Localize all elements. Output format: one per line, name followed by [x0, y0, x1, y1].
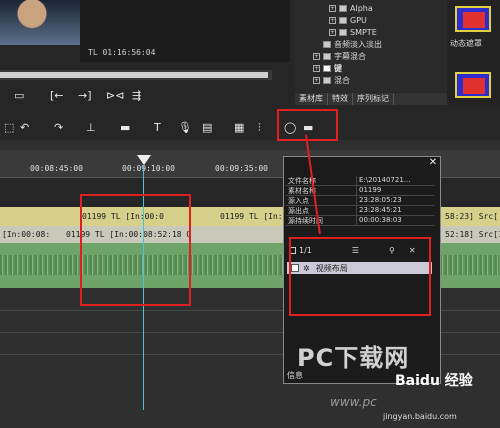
effect-preview-panel: 动态遮罩: [447, 0, 500, 105]
info-table: 文件名称 E:\20140721... 素材名称 01199 源入点 23:28:05…: [286, 176, 434, 226]
editor-window: TL 01:16:56:04 + Alpha + GPU + SMPTE 音频淡入淡出…: [0, 0, 500, 428]
playback-toolbar: ▭ [← →] ⊳⊲ ⇶: [0, 84, 295, 108]
clip-icon[interactable]: ▬: [120, 121, 130, 134]
folder-icon: [339, 4, 347, 12]
insert-icon[interactable]: ⇶: [132, 89, 141, 102]
expand-icon[interactable]: +: [329, 4, 336, 12]
effect-thumbnail[interactable]: [455, 72, 491, 98]
clip-label: 52:18] Src[In: [445, 230, 500, 239]
folder-icon: [323, 52, 331, 60]
highlight-box: [80, 194, 191, 306]
folder-icon: [323, 64, 331, 72]
undo-icon[interactable]: ↶: [20, 121, 29, 134]
color-icon[interactable]: ▤: [202, 121, 212, 134]
timeline-toolbar: ⬚ ↶ ↷ ⊥ ▬ T 🎙 ▤ ▦ ⫶ ◯ ▬: [0, 116, 500, 140]
expand-icon[interactable]: +: [313, 52, 320, 60]
close-icon[interactable]: ✕: [427, 157, 439, 169]
preview-video: [0, 0, 80, 45]
divider: [0, 140, 500, 150]
table-row: 源出点 23:28:45:21: [286, 206, 434, 216]
watermark-logo: Baidu 经验: [395, 373, 473, 389]
expand-icon[interactable]: +: [313, 76, 320, 84]
tree-item-alpha[interactable]: + Alpha: [329, 2, 373, 14]
expand-icon[interactable]: +: [329, 16, 336, 24]
tab-asset-library[interactable]: 素材库: [295, 93, 328, 105]
title-icon[interactable]: T: [154, 121, 161, 134]
watermark-url: www.pc: [330, 395, 377, 409]
panel-tabs: 素材库 特效 序列标记: [295, 93, 447, 105]
folder-icon: [339, 28, 347, 36]
folder-icon: [323, 76, 331, 84]
table-row: 文件名称 E:\20140721...: [286, 176, 434, 186]
tree-item-gpu[interactable]: + GPU: [329, 14, 367, 26]
grid-icon[interactable]: ▦: [234, 121, 244, 134]
cut-icon[interactable]: ⊥: [86, 121, 96, 134]
timecode-display: TL 01:16:56:04: [88, 48, 156, 57]
folder-icon: [339, 16, 347, 24]
clip-label: [In:00:08:: [2, 230, 51, 239]
effect-thumbnail[interactable]: [455, 6, 491, 32]
ruler-tick: 00:08:45:00: [30, 164, 83, 173]
tree-item-audio-fade[interactable]: 音频淡入淡出: [323, 38, 382, 50]
highlight-box: [289, 237, 431, 316]
tab-effects[interactable]: 特效: [328, 93, 353, 105]
effect-tree-panel: + Alpha + GPU + SMPTE 音频淡入淡出 + 字幕混合 + 键 + 混合: [295, 0, 447, 92]
tree-item-blend[interactable]: + 混合: [313, 74, 350, 86]
highlight-box: [277, 109, 338, 141]
mixer-icon[interactable]: ⫶: [258, 121, 261, 135]
preview-scrub-fill: [0, 72, 268, 78]
clip-label: 58:23] Src[: [445, 212, 498, 221]
tree-item-title-mix[interactable]: + 字幕混合: [313, 50, 366, 62]
table-row: 素材名称 01199: [286, 186, 434, 196]
table-row: 源持续时间 00:00:38:03: [286, 216, 434, 226]
split-icon[interactable]: ⊳⊲: [106, 89, 124, 102]
tree-item-key[interactable]: + 键: [313, 62, 342, 74]
select-tool-icon[interactable]: ⬚: [4, 121, 14, 134]
tree-item-smpte[interactable]: + SMPTE: [329, 26, 377, 38]
clip-label: 01199 TL [In:: [220, 212, 283, 221]
expand-icon[interactable]: +: [313, 64, 320, 72]
expand-icon[interactable]: +: [329, 28, 336, 36]
folder-icon: [323, 40, 331, 48]
effect-label: 动态遮罩: [450, 39, 482, 48]
watermark-text: PC下载网: [297, 344, 410, 372]
ruler-tick: 00:09:35:00: [215, 164, 268, 173]
table-row: 源入点 23:28:05:23: [286, 196, 434, 206]
set-out-icon[interactable]: →]: [78, 89, 92, 102]
tab-sequence-markers[interactable]: 序列标记: [353, 93, 394, 105]
set-in-icon[interactable]: [←: [50, 89, 64, 102]
watermark-url: jingyan.baidu.com: [383, 412, 457, 421]
redo-icon[interactable]: ↷: [54, 121, 63, 134]
playhead-handle[interactable]: [137, 155, 151, 165]
monitor-icon[interactable]: ▭: [14, 89, 24, 102]
mic-icon[interactable]: 🎙: [178, 121, 192, 134]
ruler-tick: 00:09:10:00: [122, 164, 175, 173]
